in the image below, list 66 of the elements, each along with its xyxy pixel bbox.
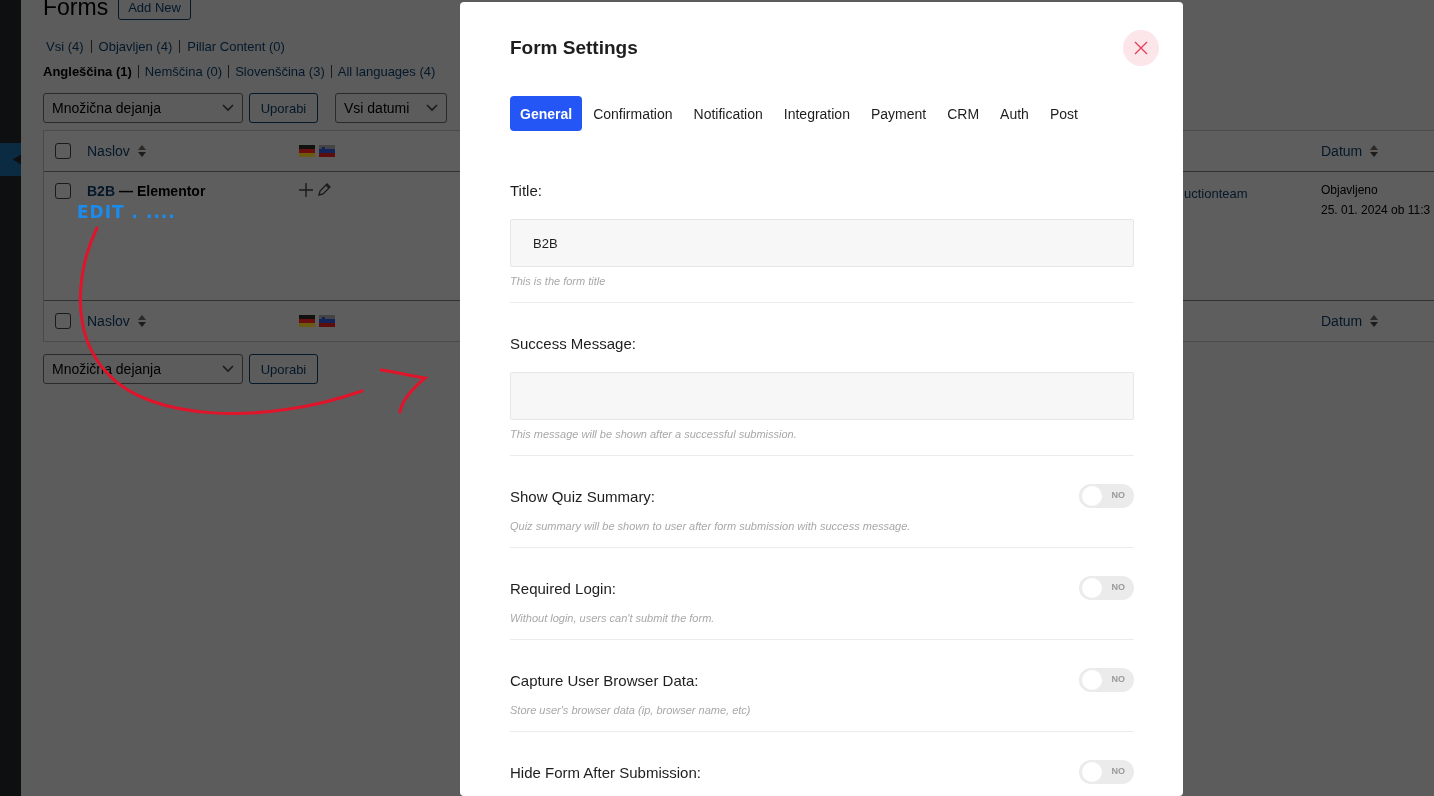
language-filter[interactable]: Slovenščina (3) — [235, 64, 325, 79]
column-header-link[interactable]: Naslov — [87, 143, 130, 159]
settings-tab[interactable]: Integration — [773, 96, 860, 131]
help-text: Quiz summary will be shown to user after form submission with success message. — [510, 520, 912, 532]
slovenian-flag-icon — [319, 315, 335, 327]
slovenian-flag-icon — [319, 145, 335, 157]
author-link[interactable]: uctionteam — [1184, 186, 1248, 201]
field-label: Hide Form After Submission: — [510, 763, 701, 781]
field-label: Title: — [510, 181, 542, 199]
field-label: Capture User Browser Data: — [510, 671, 699, 689]
language-filter[interactable]: Angleščina (1) — [43, 64, 132, 79]
checkbox[interactable] — [55, 143, 71, 159]
post-title-link[interactable]: B2B — [87, 183, 115, 199]
chevron-down-icon — [222, 365, 234, 373]
date-filter-select[interactable]: Vsi datumi — [335, 93, 447, 123]
settings-tab[interactable]: General — [510, 96, 583, 131]
handwritten-note: EDIT . .... — [77, 202, 176, 222]
toggle-switch[interactable]: NO — [1079, 668, 1134, 692]
plus-icon — [299, 183, 313, 197]
german-flag-icon — [299, 145, 315, 157]
pencil-icon — [317, 183, 331, 197]
post-status: Objavljeno — [1321, 183, 1378, 197]
post-state: — Elementor — [119, 183, 206, 199]
filter-link[interactable]: Vsi (4) — [46, 39, 84, 54]
dialog-title: Form Settings — [510, 37, 638, 59]
column-header-link[interactable]: Datum — [1321, 313, 1363, 329]
sort-icon — [137, 315, 146, 327]
language-filter[interactable]: All languages (4) — [337, 64, 436, 79]
field-label: Required Login: — [510, 579, 616, 597]
bulk-action-select[interactable]: Množična dejanja — [43, 93, 243, 123]
text-input-field[interactable]: B2B — [510, 219, 1134, 267]
checkbox[interactable] — [55, 313, 71, 329]
help-text: This message will be shown after a successful submission. — [510, 428, 798, 440]
column-header-link[interactable]: Datum — [1321, 143, 1363, 159]
help-text: This is the form title — [510, 275, 607, 287]
field-label: Success Message: — [510, 334, 636, 352]
settings-tab[interactable]: Post — [1039, 96, 1088, 131]
close-button[interactable] — [1123, 30, 1159, 66]
settings-tab[interactable]: CRM — [937, 96, 990, 131]
sort-icon — [1370, 315, 1379, 327]
language-filter[interactable]: Nemščina (0) — [144, 64, 223, 79]
chevron-down-icon — [222, 104, 234, 112]
filter-link[interactable]: Objavljen (4) — [98, 39, 173, 54]
filter-link[interactable]: Pillar Content (0) — [187, 39, 285, 54]
help-text: Store user's browser data (ip, browser name, etc) — [510, 704, 752, 716]
settings-tab[interactable]: Payment — [860, 96, 937, 131]
settings-tab[interactable]: Notification — [683, 96, 773, 131]
german-flag-icon — [299, 315, 315, 327]
sort-icon — [1370, 145, 1379, 157]
field-label: Show Quiz Summary: — [510, 487, 656, 505]
sort-icon — [137, 145, 146, 157]
add-new-button[interactable]: Add New — [118, 0, 191, 20]
settings-tab[interactable]: Confirmation — [583, 96, 683, 131]
close-icon — [1134, 41, 1148, 55]
column-header-link[interactable]: Naslov — [87, 313, 130, 329]
apply-button[interactable]: Uporabi — [249, 93, 318, 123]
toggle-switch[interactable]: NO — [1079, 576, 1134, 600]
checkbox[interactable] — [55, 183, 71, 199]
toggle-switch[interactable]: NO — [1079, 760, 1134, 784]
apply-button[interactable]: Uporabi — [249, 354, 318, 384]
post-date: 25. 01. 2024 ob 11:3 — [1321, 203, 1431, 217]
chevron-down-icon — [426, 104, 438, 112]
toggle-switch[interactable]: NO — [1079, 484, 1134, 508]
text-input-field[interactable] — [510, 372, 1134, 420]
help-text: Without login, users can't submit the form. — [510, 612, 716, 624]
settings-tab[interactable]: Auth — [990, 96, 1039, 131]
